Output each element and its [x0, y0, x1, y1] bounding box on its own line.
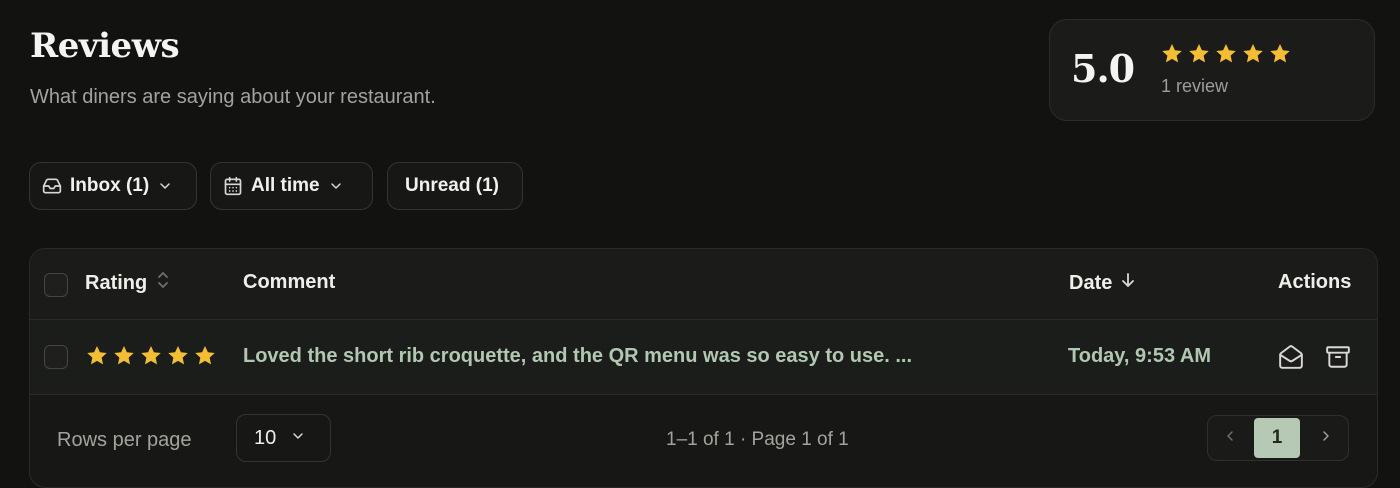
star-icon — [141, 346, 161, 365]
chevron-down-icon — [290, 427, 306, 450]
inbox-filter-button[interactable]: Inbox (1) — [29, 162, 197, 210]
unread-filter-label: Unread (1) — [405, 175, 499, 196]
time-filter-label: All time — [251, 175, 320, 196]
select-all-checkbox[interactable] — [44, 273, 68, 297]
review-date: Today, 9:53 AM — [1068, 345, 1211, 367]
star-icon — [1162, 44, 1182, 63]
mark-read-icon[interactable] — [1278, 344, 1304, 375]
star-icon — [114, 346, 134, 365]
comment-header-label: Comment — [243, 271, 336, 293]
review-comment: Loved the short rib croquette, and the Q… — [243, 345, 913, 367]
star-icon — [1216, 44, 1236, 63]
star-icon — [195, 346, 215, 365]
chevron-left-icon — [1222, 428, 1238, 449]
arrow-down-icon — [1120, 271, 1136, 295]
star-icon — [1189, 44, 1209, 63]
date-header-label: Date — [1069, 271, 1113, 294]
star-icon — [87, 346, 107, 365]
rating-summary-card: 5.0 1 review — [1049, 19, 1375, 121]
comment-column-header: Comment — [243, 271, 335, 294]
sort-icon — [155, 271, 171, 295]
reviews-table: Rating Comment Date Actions Loved the sh… — [29, 248, 1378, 488]
pagination: 1 — [1207, 415, 1349, 461]
page-title: Reviews — [30, 26, 180, 66]
rows-per-page-value: 10 — [254, 426, 277, 449]
actions-column-header: Actions — [1278, 271, 1351, 294]
row-rating-stars — [85, 344, 217, 368]
page-info: 1–1 of 1 · Page 1 of 1 — [666, 429, 849, 450]
actions-header-label: Actions — [1278, 271, 1352, 293]
review-count: 1 review — [1161, 76, 1229, 96]
row-checkbox[interactable] — [44, 345, 68, 369]
rating-column-header[interactable]: Rating — [85, 271, 171, 295]
table-row[interactable]: Loved the short rib croquette, and the Q… — [30, 320, 1377, 395]
star-icon — [168, 346, 188, 365]
calendar-icon — [223, 176, 243, 196]
previous-page-button[interactable] — [1208, 416, 1252, 460]
rating-header-label: Rating — [85, 271, 148, 294]
rows-per-page-select[interactable]: 10 — [236, 414, 331, 462]
inbox-icon — [42, 176, 62, 196]
inbox-filter-label: Inbox (1) — [70, 175, 150, 196]
average-score: 5.0 — [1071, 46, 1135, 91]
chevron-down-icon — [157, 178, 173, 194]
next-page-button[interactable] — [1304, 416, 1348, 460]
table-header: Rating Comment Date Actions — [30, 249, 1377, 320]
chevron-right-icon — [1318, 428, 1334, 449]
date-column-header[interactable]: Date — [1069, 271, 1136, 295]
current-page-button[interactable]: 1 — [1254, 418, 1300, 458]
page-subtitle: What diners are saying about your restau… — [30, 86, 436, 108]
table-footer: Rows per page 10 1–1 of 1 · Page 1 of 1 … — [30, 395, 1377, 487]
chevron-down-icon — [328, 178, 344, 194]
star-icon — [1270, 44, 1290, 63]
unread-filter-button[interactable]: Unread (1) — [387, 162, 523, 210]
archive-icon[interactable] — [1325, 344, 1351, 375]
time-filter-button[interactable]: All time — [210, 162, 373, 210]
rows-per-page-label: Rows per page — [57, 429, 192, 451]
star-icon — [1243, 44, 1263, 63]
summary-stars — [1160, 42, 1292, 66]
